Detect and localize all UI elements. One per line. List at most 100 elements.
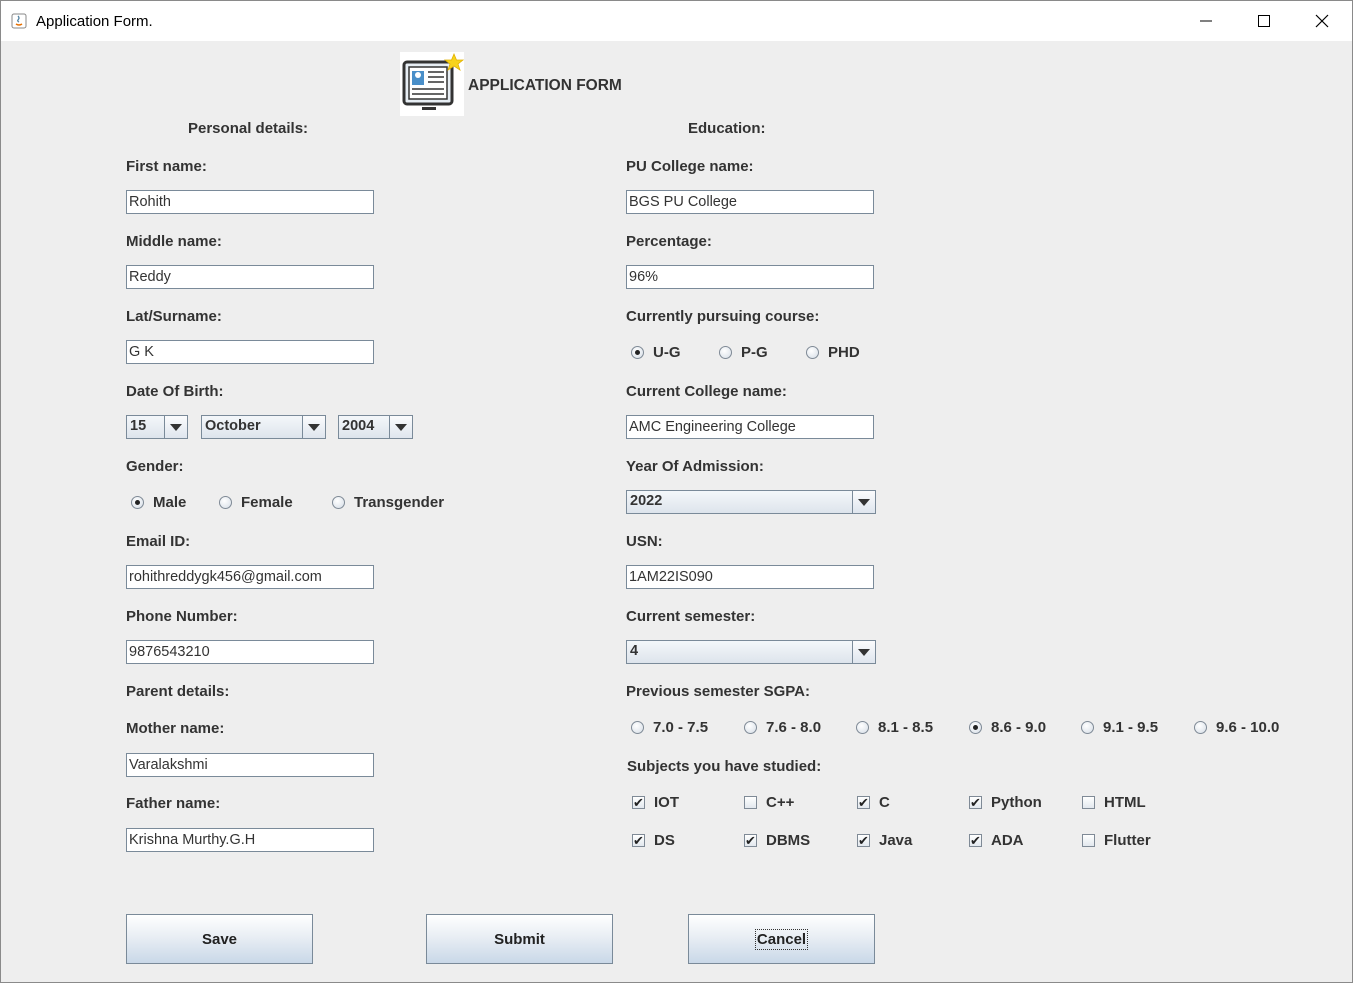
java-app-icon [11,13,27,29]
gender-option-label: Transgender [354,494,445,511]
checkbox-checked-icon: ✔ [632,795,645,810]
usn-field[interactable]: 1AM22IS090 [626,565,874,589]
percentage-field[interactable]: 96% [626,265,874,289]
chevron-down-icon[interactable] [389,416,412,438]
subject-label: Java [879,832,913,849]
chevron-down-icon[interactable] [852,491,875,513]
course-radio-pg[interactable]: P-G [719,344,768,361]
gender-radio-male[interactable]: Male [131,494,186,511]
application-window: Application Form. APPLICATION FORM Perso… [0,0,1353,983]
father-name-field[interactable]: Krishna Murthy.G.H [126,828,374,852]
sgpa-option-label: 7.6 - 8.0 [766,719,822,736]
subject-label: DS [654,832,675,849]
save-button-label: Save [201,930,238,948]
dob-day-select[interactable]: 15 [126,415,188,439]
sgpa-radio-2[interactable]: 7.6 - 8.0 [744,719,821,736]
semester-select[interactable]: 4 [626,640,876,664]
submit-button[interactable]: Submit [426,914,613,964]
subject-checkbox-java[interactable]: ✔ Java [857,832,912,849]
radio-unselected-icon [856,721,869,734]
subject-checkbox-iot[interactable]: ✔ IOT [632,794,679,811]
admission-year-label: Year Of Admission: [626,458,764,475]
radio-selected-icon [131,496,144,509]
subject-checkbox-ada[interactable]: ✔ ADA [969,832,1024,849]
chevron-down-icon[interactable] [852,641,875,663]
middle-name-label: Middle name: [126,233,222,250]
radio-unselected-icon [1081,721,1094,734]
save-button[interactable]: Save [126,914,313,964]
father-name-label: Father name: [126,795,221,812]
radio-unselected-icon [719,346,732,359]
education-heading: Education: [688,120,766,137]
sgpa-radio-5[interactable]: 9.1 - 9.5 [1081,719,1158,736]
sgpa-radio-6[interactable]: 9.6 - 10.0 [1194,719,1279,736]
sgpa-radio-1[interactable]: 7.0 - 7.5 [631,719,708,736]
course-option-label: P-G [741,344,768,361]
admission-year-select[interactable]: 2022 [626,490,876,514]
gender-radio-female[interactable]: Female [219,494,293,511]
sgpa-option-label: 9.6 - 10.0 [1216,719,1280,736]
course-radio-phd[interactable]: PHD [806,344,860,361]
subject-checkbox-dbms[interactable]: ✔ DBMS [744,832,810,849]
cancel-button[interactable]: Cancel [688,914,875,964]
dob-year-select[interactable]: 2004 [338,415,413,439]
minimize-button[interactable] [1177,1,1235,41]
sgpa-label: Previous semester SGPA: [626,683,810,700]
personal-details-heading: Personal details: [188,120,309,137]
subject-checkbox-html[interactable]: HTML [1082,794,1146,811]
last-name-label: Lat/Surname: [126,308,222,325]
subject-checkbox-c[interactable]: ✔ C [857,794,890,811]
checkbox-checked-icon: ✔ [632,833,645,848]
chevron-down-icon[interactable] [302,416,325,438]
subject-label: C++ [766,794,795,811]
admission-year-value: 2022 [630,493,663,509]
window-title: Application Form. [36,13,153,30]
cancel-button-label: Cancel [754,928,809,950]
dob-month-select[interactable]: October [201,415,326,439]
maximize-button[interactable] [1235,1,1293,41]
sgpa-option-label: 8.1 - 8.5 [878,719,934,736]
email-field[interactable]: rohithreddygk456@gmail.com [126,565,374,589]
dob-month-value: October [205,418,261,434]
dob-label: Date Of Birth: [126,383,224,400]
minimize-icon [1200,20,1212,22]
radio-unselected-icon [806,346,819,359]
pu-college-field[interactable]: BGS PU College [626,190,874,214]
subject-checkbox-python[interactable]: ✔ Python [969,794,1042,811]
college-field[interactable]: AMC Engineering College [626,415,874,439]
checkbox-unchecked-icon [1082,796,1095,809]
checkbox-checked-icon: ✔ [857,795,870,810]
usn-label: USN: [626,533,663,550]
radio-selected-icon [969,721,982,734]
radio-unselected-icon [744,721,757,734]
radio-unselected-icon [1194,721,1207,734]
close-icon [1315,14,1329,28]
mother-name-field[interactable]: Varalakshmi [126,753,374,777]
subjects-label: Subjects you have studied: [627,758,822,775]
pu-college-label: PU College name: [626,158,754,175]
chevron-down-icon[interactable] [164,416,187,438]
sgpa-radio-3[interactable]: 8.1 - 8.5 [856,719,933,736]
close-button[interactable] [1293,1,1351,41]
form-title: APPLICATION FORM [468,77,622,94]
middle-name-field[interactable]: Reddy [126,265,374,289]
course-radio-ug[interactable]: U-G [631,344,681,361]
last-name-field[interactable]: G K [126,340,374,364]
percentage-label: Percentage: [626,233,712,250]
subject-label: DBMS [766,832,811,849]
dob-day-value: 15 [130,418,147,434]
phone-field[interactable]: 9876543210 [126,640,374,664]
subject-label: IOT [654,794,679,811]
first-name-field[interactable]: Rohith [126,190,374,214]
subject-label: ADA [991,832,1024,849]
subject-label: HTML [1104,794,1146,811]
subject-checkbox-cpp[interactable]: C++ [744,794,794,811]
sgpa-radio-4[interactable]: 8.6 - 9.0 [969,719,1046,736]
radio-unselected-icon [332,496,345,509]
subject-checkbox-ds[interactable]: ✔ DS [632,832,675,849]
gender-radio-transgender[interactable]: Transgender [332,494,444,511]
college-label: Current College name: [626,383,787,400]
parent-details-heading: Parent details: [126,683,230,700]
email-label: Email ID: [126,533,191,550]
subject-checkbox-flutter[interactable]: Flutter [1082,832,1151,849]
